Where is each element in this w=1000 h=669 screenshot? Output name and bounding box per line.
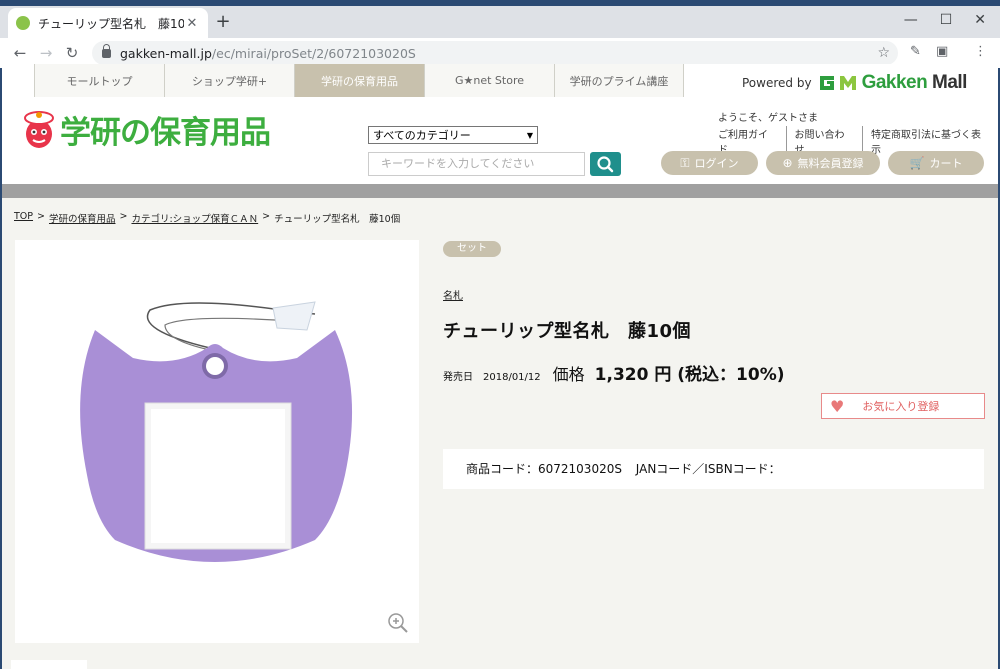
web-page: モールトップ ショップ学研+ 学研の保育用品 G★net Store 学研のプラ… [2, 64, 998, 669]
category-select-value: すべてのカテゴリー [373, 129, 471, 142]
add-favorite-button[interactable]: ♥ お気に入り登録 [821, 393, 985, 419]
page-footer-tab [11, 660, 87, 669]
product-code-box: 商品コード：6072103020S JANコード／ISBNコード： [443, 449, 984, 489]
qr-extension-icon[interactable]: ▣ [936, 44, 948, 59]
product-title: チューリップ型名札 藤10個 [443, 321, 692, 342]
nav-tab-mall-top[interactable]: モールトップ [34, 64, 164, 97]
set-badge: セット [443, 241, 501, 257]
favicon-icon [16, 16, 30, 30]
minimize-icon[interactable]: — [904, 12, 918, 28]
search-icon [597, 156, 614, 173]
window-controls: — ☐ ✕ [904, 12, 986, 28]
product-image[interactable] [15, 240, 419, 643]
release-date: 2018/01/12 [483, 372, 541, 383]
shop-header: 学研の保育用品 すべてのカテゴリー ▼ キーワードを入力してください ようこそ、… [2, 97, 998, 184]
powered-by[interactable]: Powered by Gakken Mall [742, 72, 967, 94]
bookmark-star-icon[interactable]: ☆ [877, 45, 890, 61]
login-label: ログイン [694, 157, 739, 170]
nav-tab-gnet-store[interactable]: G★net Store [424, 64, 554, 97]
plus-circle-icon: ⊕ [782, 156, 793, 170]
price-label: 価格 [552, 365, 585, 384]
mascot-icon [24, 110, 54, 148]
nav-tab-prime-course[interactable]: 学研のプライム講座 [554, 64, 684, 97]
brand-mall: Mall [932, 72, 967, 93]
new-tab-button[interactable]: + [213, 12, 233, 32]
category-select[interactable]: すべてのカテゴリー ▼ [368, 126, 538, 144]
price-value: 1,320 円 (税込：10%) [594, 365, 785, 385]
logo-text: 学研の保育用品 [60, 115, 271, 151]
url-path: /ec/mirai/proSet/2/6072103020S [211, 45, 416, 61]
heart-icon: ♥ [830, 396, 845, 416]
tab-close-icon[interactable]: ✕ [184, 16, 200, 31]
breadcrumb-sep: > [262, 211, 271, 222]
menu-kebab-icon[interactable]: ⋮ [974, 44, 987, 59]
zoom-in-icon[interactable] [387, 612, 409, 634]
mall-nav-tabs: モールトップ ショップ学研+ 学研の保育用品 G★net Store 学研のプラ… [34, 64, 684, 97]
gm-logo-icon [819, 76, 856, 90]
reload-icon[interactable]: ↻ [59, 44, 85, 62]
login-button[interactable]: ⚿ ログイン [661, 151, 758, 175]
breadcrumb-sep: > [119, 211, 128, 222]
url-host: gakken-mall.jp [120, 45, 212, 61]
price-row: 発売日 2018/01/12 価格 1,320 円 (税込：10%) [443, 360, 785, 385]
breadcrumb-sep: > [37, 211, 45, 222]
browser-chrome: チューリップ型名札 藤10個 ✕ + — ☐ ✕ ← → ↻ gakken-ma… [0, 6, 1000, 68]
gakken-mall-logo: Gakken Mall [818, 72, 967, 94]
cart-icon: 🛒 [909, 156, 925, 170]
brand-gakken: Gakken [861, 72, 928, 93]
address-bar[interactable]: gakken-mall.jp /ec/mirai/proSet/2/607210… [92, 41, 898, 65]
powered-by-label: Powered by [742, 76, 812, 90]
breadcrumb-shop[interactable]: 学研の保育用品 [49, 211, 116, 225]
breadcrumb-current: チューリップ型名札 藤10個 [274, 214, 401, 225]
browser-tab[interactable]: チューリップ型名札 藤10個 ✕ [8, 8, 208, 38]
search-input[interactable]: キーワードを入力してください [368, 152, 585, 176]
gakken-mall-wordmark: Gakken Mall [861, 72, 968, 94]
nav-tab-shop-gakken[interactable]: ショップ学研+ [164, 64, 294, 97]
category-bar [2, 184, 998, 198]
product-category-link[interactable]: 名札 [443, 287, 463, 302]
tulip-name-tag-image [80, 301, 353, 562]
mall-top-nav: モールトップ ショップ学研+ 学研の保育用品 G★net Store 学研のプラ… [2, 64, 998, 97]
close-window-icon[interactable]: ✕ [974, 12, 986, 28]
tab-title: チューリップ型名札 藤10個 [38, 16, 184, 31]
jan-code: JANコード／ISBNコード： [635, 462, 781, 476]
register-label: 無料会員登録 [797, 157, 864, 170]
register-button[interactable]: ⊕ 無料会員登録 [766, 151, 880, 175]
release-label: 発売日 [443, 372, 473, 383]
product-code: 商品コード：6072103020S [466, 462, 622, 476]
search-button[interactable] [590, 152, 621, 176]
lock-icon [102, 43, 111, 58]
hoiku-logo[interactable]: 学研の保育用品 [20, 107, 271, 152]
key-icon: ⚿ [680, 155, 690, 170]
forward-arrow-icon[interactable]: → [33, 44, 59, 62]
breadcrumb: TOP > 学研の保育用品 > カテゴリ:ショップ保育ＣＡＮ > チューリップ型… [14, 211, 404, 225]
cart-button[interactable]: 🛒 カート [888, 151, 984, 175]
breadcrumb-category[interactable]: カテゴリ:ショップ保育ＣＡＮ [131, 211, 258, 225]
breadcrumb-top[interactable]: TOP [14, 211, 33, 225]
chevron-down-icon: ▼ [526, 130, 533, 140]
back-arrow-icon[interactable]: ← [7, 44, 33, 62]
nav-tab-hoiku[interactable]: 学研の保育用品 [294, 64, 424, 97]
favorite-label: お気に入り登録 [862, 400, 940, 413]
maximize-icon[interactable]: ☐ [940, 12, 953, 28]
guest-greeting: ようこそ、ゲストさま [718, 113, 818, 124]
extension-icon[interactable]: ✎ [910, 44, 921, 59]
cart-label: カート [929, 157, 963, 170]
